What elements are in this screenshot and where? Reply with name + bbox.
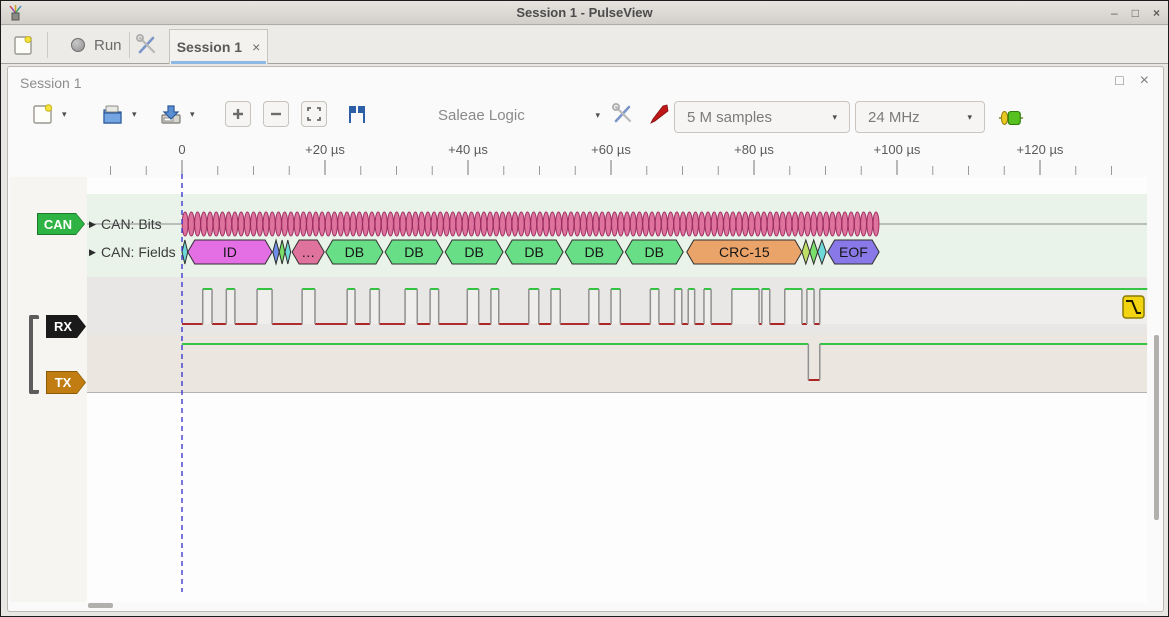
sample-count-dropdown-icon: ▾ [832,112,837,123]
sample-count-combobox[interactable]: 5 M samples ▾ [674,101,850,133]
new-file-dropdown-icon[interactable]: ▾ [62,109,67,120]
device-settings-button[interactable] [610,101,636,127]
svg-text:ID: ID [223,244,237,260]
toolbar-separator [129,32,130,58]
save-file-dropdown-icon[interactable]: ▾ [190,109,195,120]
vertical-scrollbar[interactable] [1154,335,1159,520]
close-icon[interactable]: × [1153,7,1160,19]
tab-session-1[interactable]: Session 1 × [169,29,268,64]
svg-text:…: … [301,244,315,260]
zoom-out-button[interactable] [263,101,289,127]
panel-maximize-icon[interactable]: □ [1115,73,1123,89]
session-panel: Session 1 □ × ▾ ▾ [7,66,1164,612]
main-toolbar: Run Session 1 × [1,26,1168,64]
run-button[interactable]: Run [63,32,130,58]
svg-text:DB: DB [464,244,483,260]
minimize-icon[interactable]: – [1111,7,1118,19]
run-label: Run [94,37,122,54]
expander-can-fields-icon[interactable]: ▶ [89,247,96,258]
svg-text:DB: DB [345,244,364,260]
svg-text:DB: DB [645,244,664,260]
add-decoder-button[interactable] [998,105,1024,131]
svg-text:+80 µs: +80 µs [734,142,774,157]
decoder-tag-label: CAN [38,214,84,234]
tab-active-indicator [171,61,266,64]
svg-text:+40 µs: +40 µs [448,142,488,157]
row-label-can-bits[interactable]: CAN: Bits [101,216,162,232]
device-selector[interactable]: Saleae Logic ▾ [438,107,600,124]
row-label-can-fields[interactable]: CAN: Fields [101,244,176,260]
window-title: Session 1 - PulseView [1,5,1168,20]
session-toolbar: ▾ ▾ ▾ [8,97,1163,137]
run-state-icon [71,38,85,52]
zoom-in-button[interactable] [225,101,251,127]
tab-close-icon[interactable]: × [252,39,260,55]
channels-probe-button[interactable] [646,101,672,127]
sample-count-value: 5 M samples [687,109,772,126]
new-session-button[interactable] [11,33,35,57]
open-file-dropdown-icon[interactable]: ▾ [132,109,137,120]
svg-text:+100 µs: +100 µs [874,142,921,157]
pulseview-window: Session 1 - PulseView – □ × Run Session … [0,0,1169,617]
device-label: Saleae Logic [438,107,525,124]
new-file-button[interactable] [30,101,56,127]
settings-button[interactable] [134,33,160,57]
svg-text:CRC-15: CRC-15 [719,244,770,260]
save-file-button[interactable] [158,101,184,127]
svg-text:+60 µs: +60 µs [591,142,631,157]
channel-tag-rx-label: RX [47,316,85,337]
svg-text:DB: DB [404,244,423,260]
toolbar-separator [47,32,48,58]
device-dropdown-icon: ▾ [595,110,600,121]
panel-close-icon[interactable]: × [1140,73,1149,89]
open-file-button[interactable] [100,101,126,127]
svg-text:DB: DB [584,244,603,260]
sample-rate-combobox[interactable]: 24 MHz ▾ [855,101,985,133]
decoder-tag-can[interactable]: CAN [37,213,85,235]
sample-rate-value: 24 MHz [868,109,920,126]
maximize-icon[interactable]: □ [1132,7,1139,19]
can-fields-annotations[interactable]: ID … DB DB DB DB DB DB CRC-15 EOF [182,240,879,264]
title-bar: Session 1 - PulseView – □ × [1,1,1168,25]
svg-text:DB: DB [524,244,543,260]
expander-can-bits-icon[interactable]: ▶ [89,219,96,230]
svg-text:+20 µs: +20 µs [305,142,345,157]
horizontal-scrollbar[interactable] [88,603,113,608]
rx-trigger-falling-edge-icon[interactable] [1123,296,1144,318]
channel-tag-tx-label: TX [47,372,85,393]
panel-title: Session 1 [20,75,81,91]
sample-rate-dropdown-icon: ▾ [967,112,972,123]
svg-text:EOF: EOF [839,244,868,260]
show-cursors-button[interactable] [344,101,370,127]
channel-group-bracket[interactable] [29,315,39,394]
zoom-fit-button[interactable] [301,101,327,127]
tab-label: Session 1 [177,39,242,55]
time-ruler: 0 +20 µs +40 µs +60 µs +80 µs +100 µs +120 µs [111,142,1112,175]
svg-text:+120 µs: +120 µs [1017,142,1064,157]
svg-text:0: 0 [178,142,185,157]
trace-view[interactable]: 0 +20 µs +40 µs +60 µs +80 µs +100 µs +120 µs I… [10,140,1160,602]
